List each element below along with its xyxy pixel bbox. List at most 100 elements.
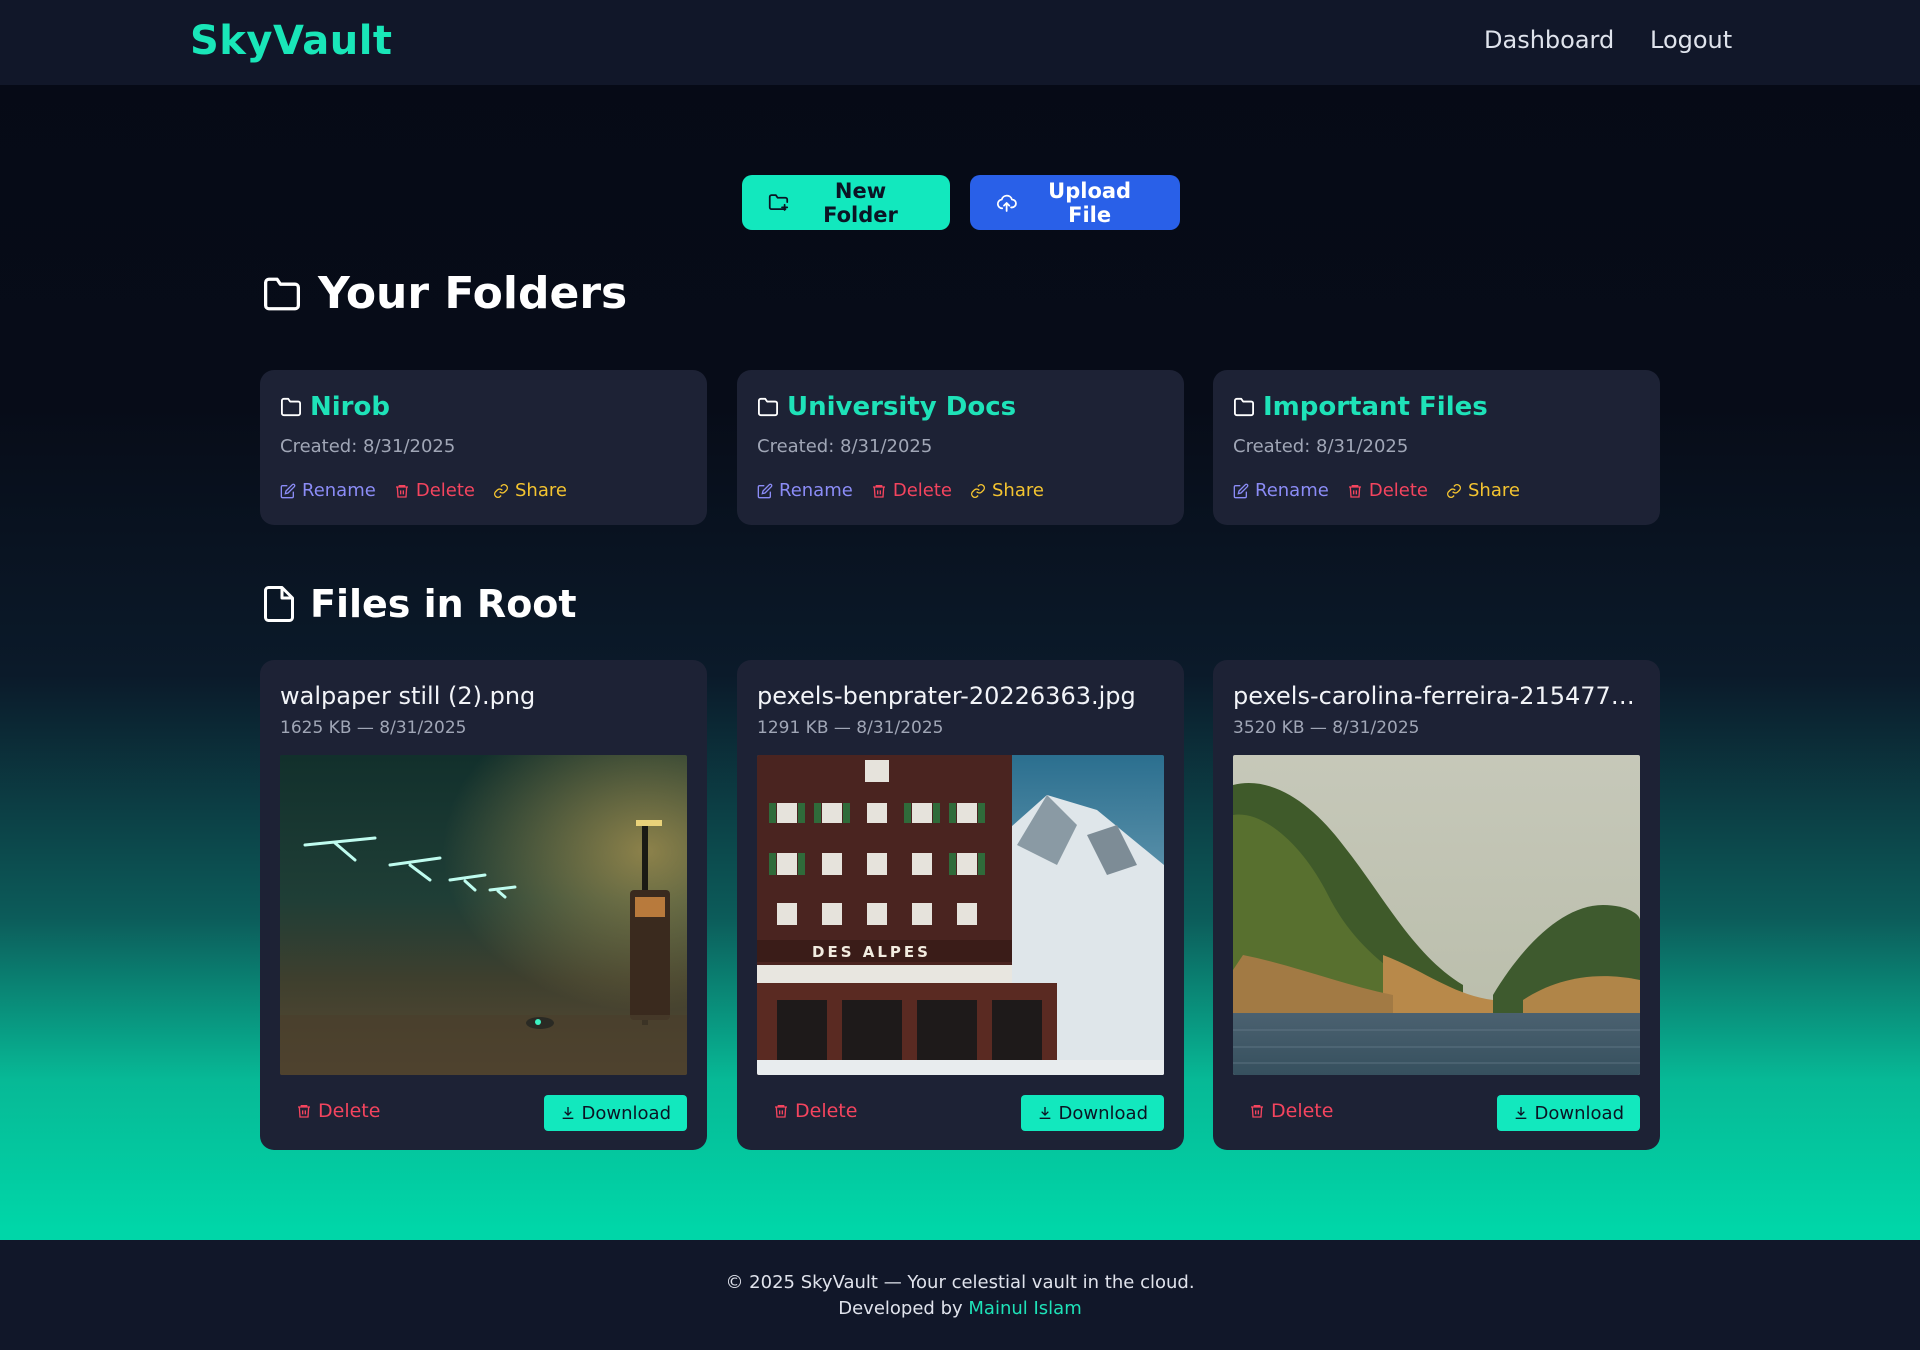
folder-icon bbox=[280, 397, 301, 417]
footer-author-link[interactable]: Mainul Islam bbox=[968, 1298, 1081, 1319]
footer-developed-by: Developed by bbox=[838, 1298, 963, 1319]
folder-icon bbox=[758, 397, 778, 417]
folders-section-title: Your Folders bbox=[262, 268, 627, 319]
download-file-button[interactable]: Download bbox=[543, 1095, 687, 1131]
edit-icon bbox=[1233, 483, 1249, 498]
footer-copyright: © 2025 SkyVault — Your celestial vault i… bbox=[725, 1272, 1195, 1293]
share-label: Share bbox=[1467, 480, 1520, 501]
trash-icon bbox=[872, 484, 885, 498]
delete-label: Delete bbox=[892, 480, 952, 501]
brand-logo[interactable]: SkyVault bbox=[190, 18, 393, 64]
alpine-hotel-image: DES ALPES bbox=[757, 755, 1164, 1075]
file-name[interactable]: pexels-benprater-20226363.jpg bbox=[757, 682, 1164, 710]
delete-file-button[interactable]: Delete bbox=[773, 1100, 857, 1122]
folder-card[interactable]: Important Files Created: 8/31/2025 Renam… bbox=[1213, 370, 1660, 525]
folder-name-text: University Docs bbox=[787, 392, 1017, 422]
file-name[interactable]: pexels-carolina-ferreira-2154778... bbox=[1233, 682, 1640, 710]
folder-name[interactable]: Important Files bbox=[1233, 392, 1488, 422]
delete-label: Delete bbox=[795, 1100, 858, 1122]
folder-card[interactable]: Nirob Created: 8/31/2025 Rename Delete S… bbox=[260, 370, 707, 525]
download-icon bbox=[562, 1107, 573, 1119]
folder-card[interactable]: University Docs Created: 8/31/2025 Renam… bbox=[737, 370, 1184, 525]
file-thumbnail[interactable] bbox=[280, 755, 687, 1075]
link-icon bbox=[1447, 483, 1461, 498]
rename-folder-button[interactable]: Rename bbox=[757, 480, 853, 501]
link-icon bbox=[494, 483, 508, 498]
folder-icon bbox=[1233, 397, 1254, 417]
toolbar: New Folder Upload File bbox=[742, 175, 1180, 230]
rename-folder-button[interactable]: Rename bbox=[280, 480, 376, 501]
delete-label: Delete bbox=[1271, 1100, 1334, 1122]
new-folder-button[interactable]: New Folder bbox=[742, 175, 950, 230]
delete-file-button[interactable]: Delete bbox=[1249, 1100, 1333, 1122]
folder-name[interactable]: Nirob bbox=[280, 392, 390, 422]
trash-icon bbox=[775, 1105, 787, 1118]
rename-folder-button[interactable]: Rename bbox=[1233, 480, 1329, 501]
folder-name[interactable]: University Docs bbox=[757, 392, 1016, 422]
file-card: pexels-benprater-20226363.jpg 1291 KB — … bbox=[737, 660, 1184, 1150]
hotel-sign: DES ALPES bbox=[812, 943, 931, 961]
folders-title-text: Your Folders bbox=[318, 268, 628, 319]
download-file-button[interactable]: Download bbox=[1496, 1095, 1640, 1131]
files-title-text: Files in Root bbox=[310, 582, 577, 626]
share-folder-button[interactable]: Share bbox=[493, 480, 567, 501]
delete-folder-button[interactable]: Delete bbox=[1347, 480, 1428, 501]
trash-icon bbox=[298, 1105, 310, 1118]
delete-folder-button[interactable]: Delete bbox=[394, 480, 475, 501]
nav-dashboard-link[interactable]: Dashboard bbox=[1484, 26, 1614, 54]
delete-label: Delete bbox=[415, 480, 475, 501]
delete-label: Delete bbox=[318, 1100, 381, 1122]
share-folder-button[interactable]: Share bbox=[970, 480, 1044, 501]
delete-label: Delete bbox=[1368, 480, 1428, 501]
link-icon bbox=[971, 483, 985, 498]
folder-created-date: Created: 8/31/2025 bbox=[1233, 436, 1409, 457]
files-section-title: Files in Root bbox=[264, 582, 577, 626]
trash-icon bbox=[1348, 484, 1361, 498]
folder-actions: Rename Delete Share bbox=[280, 480, 567, 501]
delete-file-button[interactable]: Delete bbox=[296, 1100, 380, 1122]
folder-icon bbox=[264, 277, 300, 310]
folder-name-text: Important Files bbox=[1263, 392, 1488, 422]
navbar: SkyVault Dashboard Logout bbox=[0, 0, 1920, 85]
rename-label: Rename bbox=[779, 480, 853, 501]
file-thumbnail[interactable] bbox=[1233, 755, 1640, 1075]
download-icon bbox=[1515, 1107, 1526, 1119]
download-icon bbox=[1039, 1107, 1050, 1119]
file-meta: 1291 KB — 8/31/2025 bbox=[757, 718, 944, 738]
edit-icon bbox=[280, 483, 296, 498]
file-name[interactable]: walpaper still (2).png bbox=[280, 682, 687, 710]
download-label: Download bbox=[1058, 1102, 1148, 1124]
folder-created-date: Created: 8/31/2025 bbox=[280, 436, 456, 457]
coastal-island-image bbox=[1233, 755, 1640, 1075]
file-card: walpaper still (2).png 1625 KB — 8/31/20… bbox=[260, 660, 707, 1150]
share-label: Share bbox=[991, 480, 1044, 501]
rename-label: Rename bbox=[1255, 480, 1329, 501]
trash-icon bbox=[395, 484, 408, 498]
download-label: Download bbox=[1534, 1102, 1624, 1124]
download-label: Download bbox=[581, 1102, 671, 1124]
file-thumbnail[interactable]: DES ALPES bbox=[757, 755, 1164, 1075]
folder-created-date: Created: 8/31/2025 bbox=[757, 436, 933, 457]
share-folder-button[interactable]: Share bbox=[1446, 480, 1520, 501]
parking-garage-image bbox=[280, 755, 687, 1075]
trash-icon bbox=[1251, 1105, 1263, 1118]
folder-actions: Rename Delete Share bbox=[757, 480, 1044, 501]
upload-file-label: Upload File bbox=[1048, 178, 1132, 227]
folder-actions: Rename Delete Share bbox=[1233, 480, 1520, 501]
file-icon bbox=[264, 586, 294, 622]
footer-credit: Developed by Mainul Islam bbox=[0, 1298, 1920, 1319]
footer: © 2025 SkyVault — Your celestial vault i… bbox=[0, 1240, 1920, 1350]
file-meta: 1625 KB — 8/31/2025 bbox=[280, 718, 467, 738]
file-meta: 3520 KB — 8/31/2025 bbox=[1233, 718, 1420, 738]
folder-plus-icon bbox=[768, 193, 789, 211]
nav-logout-link[interactable]: Logout bbox=[1650, 26, 1732, 54]
share-label: Share bbox=[514, 480, 567, 501]
delete-folder-button[interactable]: Delete bbox=[871, 480, 952, 501]
new-folder-label: New Folder bbox=[823, 178, 898, 227]
upload-file-button[interactable]: Upload File bbox=[970, 175, 1180, 230]
cloud-upload-icon bbox=[996, 194, 1017, 212]
rename-label: Rename bbox=[302, 480, 376, 501]
folder-name-text: Nirob bbox=[310, 392, 390, 422]
edit-icon bbox=[757, 483, 773, 498]
download-file-button[interactable]: Download bbox=[1020, 1095, 1164, 1131]
